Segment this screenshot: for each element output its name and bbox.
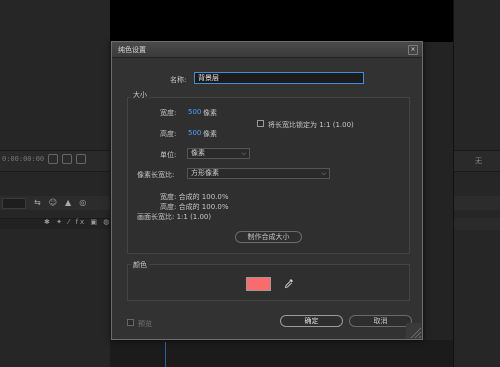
preview-checkbox[interactable]: [127, 319, 134, 326]
info-width: 宽度: 合成的 100.0%: [160, 193, 229, 201]
width-label: 宽度:: [160, 109, 177, 117]
right-row: [454, 196, 500, 210]
resize-grip-icon[interactable]: [406, 323, 422, 339]
solo-icon[interactable]: ◎: [79, 198, 86, 207]
folder-icon[interactable]: [76, 154, 86, 164]
height-unit: 像素: [203, 130, 217, 138]
make-comp-size-button[interactable]: 制作合成大小: [235, 231, 302, 243]
pixel-aspect-select-value: 方形像素: [191, 169, 219, 177]
ok-button[interactable]: 确定: [280, 315, 343, 327]
link-icon[interactable]: ⇆: [34, 198, 41, 207]
preview-label: 预览: [138, 320, 152, 328]
color-swatch[interactable]: [246, 277, 271, 291]
width-unit: 像素: [203, 109, 217, 117]
left-panel: [0, 0, 110, 367]
dialog-title: 纯色设置: [118, 46, 146, 54]
right-header-label: 无: [475, 157, 482, 165]
lock-aspect-label: 将长宽比锁定为 1:1 (1.00): [268, 121, 354, 129]
pixel-aspect-label: 像素长宽比:: [137, 171, 175, 179]
info-frame-aspect: 画面长宽比: 1:1 (1.00): [137, 213, 212, 221]
height-value[interactable]: 500: [188, 129, 201, 137]
units-select-value: 像素: [191, 149, 205, 157]
chevron-down-icon: ⌵: [241, 150, 246, 157]
name-input[interactable]: [194, 72, 364, 84]
size-group-label: 大小: [131, 90, 149, 100]
shy-icon[interactable]: ☺: [49, 198, 57, 207]
timeline-toolbar: [48, 154, 86, 164]
units-select[interactable]: 像素 ⌵: [187, 148, 250, 159]
info-height: 高度: 合成的 100.0%: [160, 203, 229, 211]
close-button[interactable]: ×: [408, 45, 418, 55]
layer-tool-icons: ⇆ ☺ ▲ ◎: [34, 198, 86, 207]
dialog-titlebar[interactable]: 纯色设置 ×: [112, 42, 422, 58]
camera-icon[interactable]: [48, 154, 58, 164]
solid-settings-dialog: 纯色设置 × 名称: 大小 宽度: 500 像素 高度: 500 像素 将长宽比…: [111, 41, 423, 340]
pixel-aspect-select[interactable]: 方形像素 ⌵: [187, 168, 330, 179]
timeline-area: [110, 340, 453, 367]
color-group-label: 颜色: [131, 260, 149, 270]
lock-aspect-checkbox[interactable]: [257, 120, 264, 127]
playhead-line: [165, 342, 166, 367]
graph-icon[interactable]: ▲: [65, 198, 71, 207]
cancel-button[interactable]: 取消: [349, 315, 412, 327]
name-label: 名称:: [170, 76, 187, 84]
lock-icon[interactable]: [62, 154, 72, 164]
right-panel: [453, 0, 500, 367]
eyedropper-icon[interactable]: [284, 278, 294, 289]
chevron-down-icon: ⌵: [321, 170, 326, 177]
height-label: 高度:: [160, 130, 177, 138]
composition-viewer: [110, 0, 453, 42]
width-value[interactable]: 500: [188, 108, 201, 116]
right-row: [454, 218, 500, 230]
panel-divider: [453, 0, 454, 367]
units-label: 单位:: [160, 151, 177, 159]
layer-search-input[interactable]: [2, 198, 26, 209]
timecode-display[interactable]: 0:00:00:00: [2, 155, 44, 163]
